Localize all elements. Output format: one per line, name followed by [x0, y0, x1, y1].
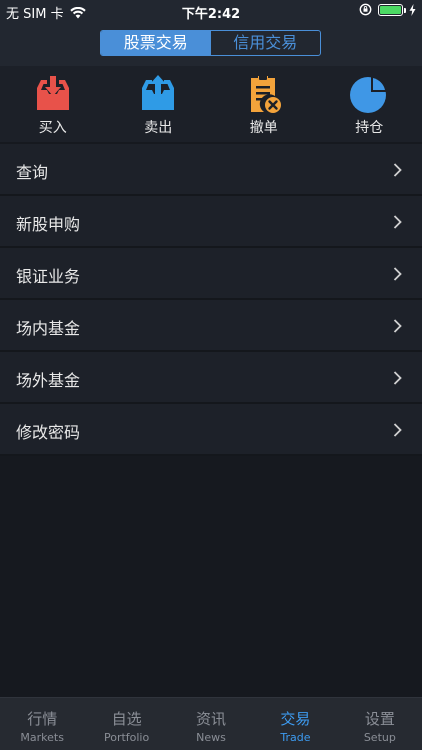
sell-action[interactable]: 卖出	[106, 66, 212, 142]
quick-actions: 买入 卖出 撤单 持仓	[0, 66, 422, 142]
menu-item-label: 修改密码	[16, 423, 81, 442]
tab-label-en: Setup	[363, 731, 396, 744]
menu-item-query[interactable]: 查询	[0, 144, 422, 196]
tab-credit-trading[interactable]: 信用交易	[211, 31, 321, 55]
menu-item-label: 场内基金	[16, 319, 81, 338]
tab-label-cn: 行情	[27, 710, 58, 728]
menu-item-label: 查询	[16, 163, 49, 182]
tab-stock-trading[interactable]: 股票交易	[101, 31, 211, 55]
cancel-order-clipboard-icon	[250, 75, 281, 113]
tab-label-en: Portfolio	[103, 731, 150, 744]
battery-icon	[378, 3, 406, 16]
tab-label-cn: 自选	[111, 710, 142, 728]
menu-item-onexchange-fund[interactable]: 场内基金	[0, 300, 422, 352]
chevron-right-icon	[393, 371, 402, 385]
menu-item-label: 银证业务	[16, 267, 81, 286]
tab-trade[interactable]: 交易 Trade	[253, 698, 337, 750]
tab-label-cn: 交易	[280, 710, 311, 728]
menu-item-change-password[interactable]: 修改密码	[0, 404, 422, 456]
tab-portfolio[interactable]: 自选 Portfolio	[84, 698, 168, 750]
chevron-right-icon	[393, 215, 402, 229]
chevron-right-icon	[393, 267, 402, 281]
tab-news[interactable]: 资讯 News	[169, 698, 253, 750]
buy-action[interactable]: 买入	[0, 66, 106, 142]
rotation-lock-icon	[359, 3, 372, 16]
menu-item-ipo-subscription[interactable]: 新股申购	[0, 196, 422, 248]
menu-item-bank-securities[interactable]: 银证业务	[0, 248, 422, 300]
status-bar: 无 SIM 卡 下午2:42	[0, 0, 422, 22]
tab-label-cn: 资讯	[196, 710, 227, 728]
tab-markets[interactable]: 行情 Markets	[0, 698, 84, 750]
menu-item-offexchange-fund[interactable]: 场外基金	[0, 352, 422, 404]
position-action[interactable]: 持仓	[317, 66, 422, 142]
header: 股票交易 信用交易	[0, 22, 422, 66]
cancel-order-action[interactable]: 撤单	[211, 66, 317, 142]
chevron-right-icon	[393, 319, 402, 333]
menu-item-label: 新股申购	[16, 215, 81, 234]
trade-menu: 查询 新股申购 银证业务 场内基金 场外基金 修改密码	[0, 144, 422, 456]
trade-type-segmented-control: 股票交易 信用交易	[100, 30, 321, 56]
menu-item-label: 场外基金	[16, 371, 81, 390]
position-pie-icon	[350, 76, 388, 113]
chevron-right-icon	[393, 423, 402, 437]
buy-inbox-icon	[36, 76, 69, 110]
charging-bolt-icon	[409, 3, 416, 16]
buy-label: 买入	[38, 120, 67, 136]
tab-setup[interactable]: 设置 Setup	[338, 698, 422, 750]
position-label: 持仓	[355, 120, 384, 136]
tab-label-en: News	[196, 731, 226, 744]
chevron-right-icon	[393, 163, 402, 177]
cancel-order-label: 撤单	[249, 120, 278, 136]
tab-label-cn: 设置	[364, 710, 395, 728]
sell-label: 卖出	[144, 120, 173, 136]
tab-label-en: Trade	[280, 731, 311, 744]
bottom-tab-bar: 行情 Markets 自选 Portfolio 资讯 News 交易 Trade…	[0, 697, 422, 750]
status-right	[359, 3, 416, 16]
sell-upload-icon	[142, 75, 175, 110]
tab-label-en: Markets	[20, 731, 64, 744]
